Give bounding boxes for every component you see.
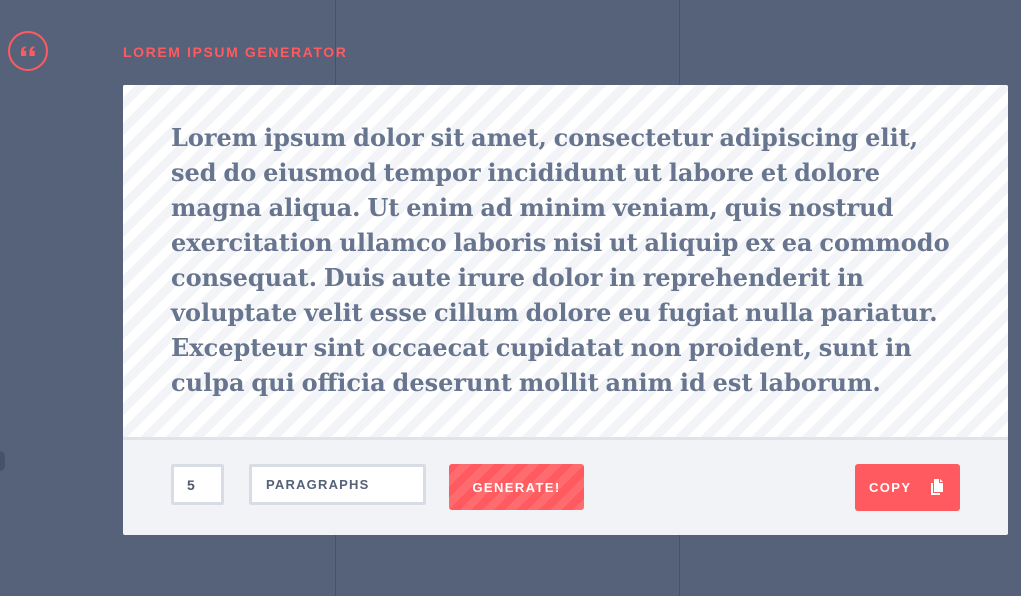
generator-card: Lorem ipsum dolor sit amet, consectetur … xyxy=(123,85,1008,535)
output-panel: Lorem ipsum dolor sit amet, consectetur … xyxy=(123,85,1008,440)
app-title: LOREM IPSUM GENERATOR xyxy=(123,44,348,60)
controls-bar: PARAGRAPHS GENERATE! COPY xyxy=(123,440,1008,535)
copy-icon xyxy=(931,479,943,495)
generated-text: Lorem ipsum dolor sit amet, consectetur … xyxy=(171,123,950,397)
copy-button-label: COPY xyxy=(869,480,912,495)
copy-button[interactable]: COPY xyxy=(855,464,960,511)
unit-select[interactable]: PARAGRAPHS xyxy=(249,464,426,505)
generate-button[interactable]: GENERATE! xyxy=(449,464,584,510)
generate-button-label: GENERATE! xyxy=(472,479,561,495)
quote-icon xyxy=(8,31,48,71)
side-handle[interactable] xyxy=(0,451,5,471)
count-input[interactable] xyxy=(171,464,224,505)
